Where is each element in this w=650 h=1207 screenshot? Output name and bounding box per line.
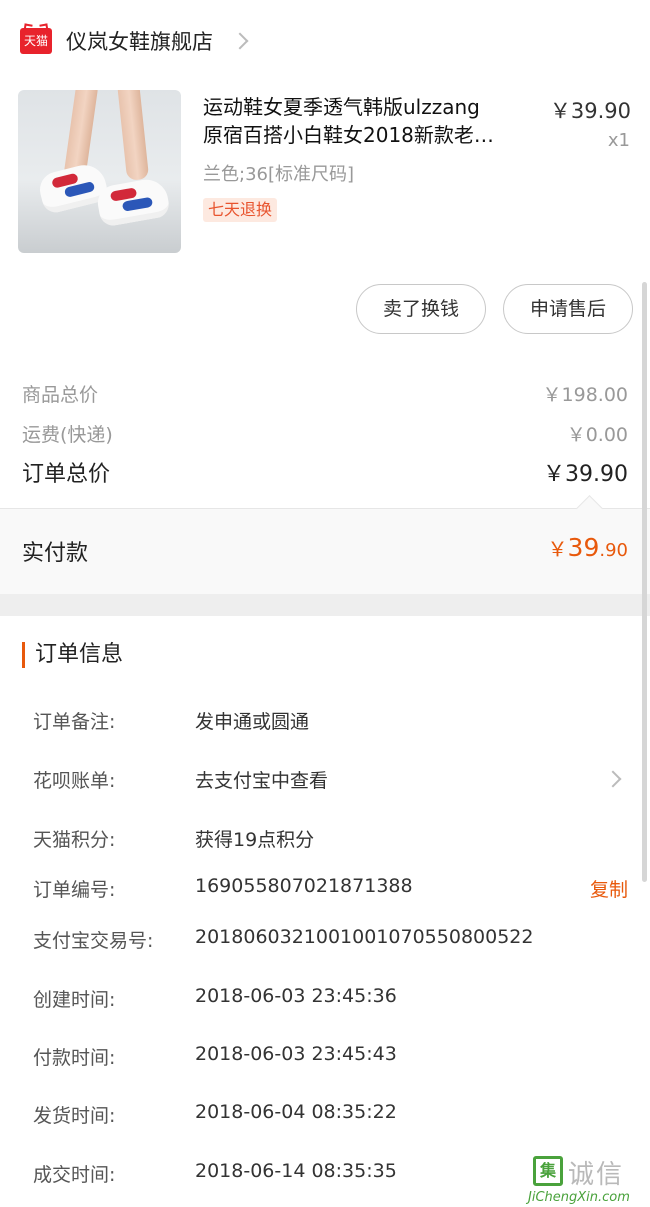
info-key: 发货时间: xyxy=(33,1105,116,1127)
info-key: 订单编号: xyxy=(33,879,116,901)
chevron-right-icon[interactable] xyxy=(604,770,622,788)
actual-payment-label: 实付款 xyxy=(22,541,89,566)
info-key: 天猫积分: xyxy=(33,829,116,851)
product-item[interactable]: 运动鞋女夏季透气韩版ulzzang 原宿百搭小白鞋女2018新款老… ￥39.9… xyxy=(0,90,650,255)
goods-total-row: 商品总价 ￥198.00 xyxy=(22,380,628,407)
product-title[interactable]: 运动鞋女夏季透气韩版ulzzang 原宿百搭小白鞋女2018新款老… xyxy=(203,93,533,149)
order-total-label: 订单总价 xyxy=(22,462,111,487)
watermark-url: JiChengXin.com xyxy=(528,1190,630,1205)
order-number-row: 订单编号: 169055807021871388 复制 xyxy=(33,875,633,905)
copy-order-number-button[interactable]: 复制 xyxy=(590,875,628,902)
return-policy-badge: 七天退换 xyxy=(203,198,278,222)
payment-decimal: .90 xyxy=(599,540,628,561)
info-value: 2018060321001001070550800522 xyxy=(195,926,534,948)
order-total-value: ￥39.90 xyxy=(543,462,628,487)
info-key: 创建时间: xyxy=(33,989,116,1011)
watermark-logo: 集 诚信 JiChengXin.com xyxy=(528,1152,650,1207)
info-key: 支付宝交易号: xyxy=(33,930,154,952)
info-value: 获得19点积分 xyxy=(195,829,315,851)
actual-payment-amount: ￥39.90 xyxy=(548,533,628,562)
info-value: 2018-06-03 23:45:36 xyxy=(195,985,397,1007)
info-value: 发申通或圆通 xyxy=(195,711,310,733)
info-value: 2018-06-14 08:35:35 xyxy=(195,1160,397,1182)
info-value: 169055807021871388 xyxy=(195,875,413,897)
shop-header[interactable]: 天猫 仪岚女鞋旗舰店 xyxy=(0,0,650,82)
shop-name[interactable]: 仪岚女鞋旗舰店 xyxy=(66,26,213,56)
product-title-line: 运动鞋女夏季透气韩版ulzzang xyxy=(203,95,480,119)
payment-integer: 39 xyxy=(567,533,600,562)
watermark-badge: 集 xyxy=(533,1156,563,1186)
after-sale-button[interactable]: 申请售后 xyxy=(503,284,633,334)
info-key: 订单备注: xyxy=(33,711,116,733)
order-info-title: 订单信息 xyxy=(22,642,123,668)
product-image[interactable] xyxy=(18,90,181,253)
goods-total-label: 商品总价 xyxy=(22,384,99,406)
goods-total-value: ￥198.00 xyxy=(542,384,628,406)
info-value: 2018-06-03 23:45:43 xyxy=(195,1043,397,1065)
shipping-row: 运费(快递) ￥0.00 xyxy=(22,420,628,447)
alipay-transaction-row: 支付宝交易号: 2018060321001001070550800522 xyxy=(33,926,633,956)
chevron-right-icon[interactable] xyxy=(231,32,249,50)
order-total-row: 订单总价 ￥39.90 xyxy=(22,456,628,488)
tmall-logo-icon: 天猫 xyxy=(20,28,52,54)
shipping-label: 运费(快递) xyxy=(22,424,113,446)
info-key: 花呗账单: xyxy=(33,770,116,792)
scrollbar[interactable] xyxy=(642,282,647,882)
product-title-line: 原宿百搭小白鞋女2018新款老… xyxy=(203,123,494,147)
info-key: 成交时间: xyxy=(33,1164,116,1186)
product-price: ￥39.90 xyxy=(549,99,631,123)
payment-time-row: 付款时间: 2018-06-03 23:45:43 xyxy=(33,1043,633,1073)
shipping-value: ￥0.00 xyxy=(566,424,628,446)
info-value: 2018-06-04 08:35:22 xyxy=(195,1101,397,1123)
huabei-bill-row[interactable]: 花呗账单: 去支付宝中查看 xyxy=(33,766,633,796)
created-time-row: 创建时间: 2018-06-03 23:45:36 xyxy=(33,985,633,1015)
info-key: 付款时间: xyxy=(33,1047,116,1069)
info-value[interactable]: 去支付宝中查看 xyxy=(195,766,328,793)
tmall-points-row: 天猫积分: 获得19点积分 xyxy=(33,825,633,855)
actual-payment-box: 实付款 ￥39.90 xyxy=(0,508,650,594)
watermark-text: 诚信 xyxy=(568,1160,625,1190)
product-sku: 兰色;36[标准尺码] xyxy=(203,164,355,185)
product-image-leg xyxy=(116,90,150,181)
section-divider xyxy=(0,594,650,616)
shipping-time-row: 发货时间: 2018-06-04 08:35:22 xyxy=(33,1101,633,1131)
currency-symbol: ￥ xyxy=(547,537,568,561)
product-quantity: x1 xyxy=(607,130,630,151)
order-remark-row: 订单备注: 发申通或圆通 xyxy=(33,707,633,737)
sell-for-cash-button[interactable]: 卖了换钱 xyxy=(356,284,486,334)
product-image-shoe xyxy=(95,176,171,228)
